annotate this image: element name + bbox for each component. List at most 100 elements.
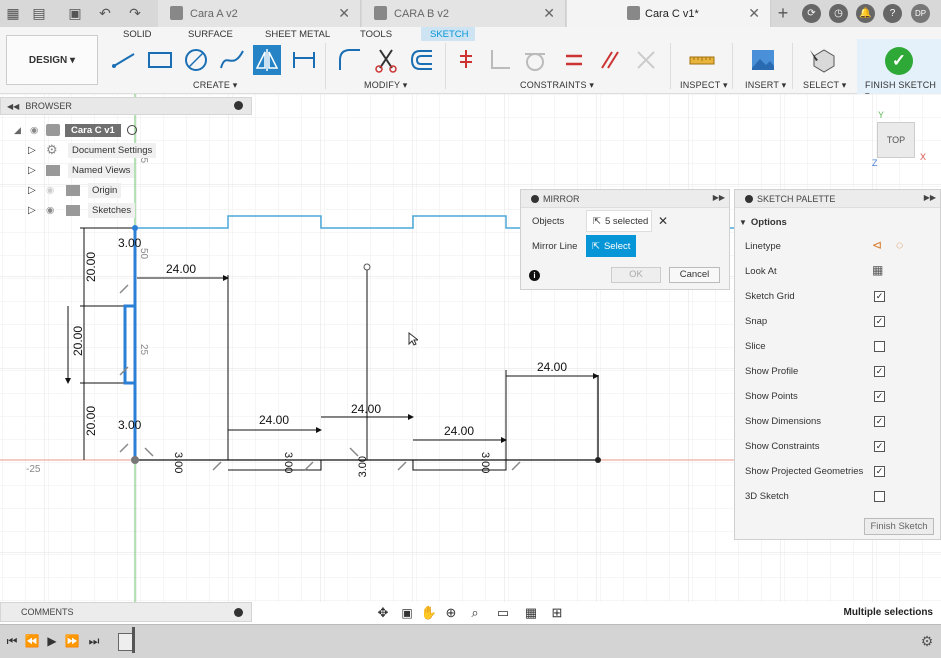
- job-status-icon[interactable]: ◷: [829, 4, 848, 23]
- tab-sheet-metal[interactable]: SHEET METAL: [265, 29, 330, 40]
- tab-tools[interactable]: TOOLS: [360, 29, 392, 40]
- undo-icon[interactable]: ↶: [94, 4, 116, 22]
- dimension-tool-icon[interactable]: [290, 45, 318, 75]
- dimension-label[interactable]: 3.00: [118, 418, 141, 432]
- new-tab-icon[interactable]: +: [772, 3, 794, 23]
- viewcube[interactable]: TOP Y X Z: [868, 110, 928, 168]
- viewports-icon[interactable]: ⊞: [546, 604, 568, 622]
- look-at-icon[interactable]: ▣: [398, 604, 416, 622]
- 3d-sketch-checkbox[interactable]: [874, 491, 885, 502]
- step-back-icon[interactable]: ⏪: [25, 633, 40, 649]
- close-icon[interactable]: ✕: [748, 5, 760, 22]
- show-points-checkbox[interactable]: ✓: [874, 391, 885, 402]
- expand-icon[interactable]: ▷: [28, 145, 46, 156]
- tangent-constraint-icon[interactable]: [521, 45, 549, 75]
- snap-checkbox[interactable]: ✓: [874, 316, 885, 327]
- dimension-label[interactable]: 3.00: [172, 452, 184, 473]
- cancel-button[interactable]: Cancel: [669, 267, 720, 283]
- dimension-label[interactable]: 24.00: [537, 360, 567, 374]
- help-icon[interactable]: ?: [883, 4, 902, 23]
- expand-icon[interactable]: ▷: [28, 185, 46, 196]
- ok-button[interactable]: OK: [611, 267, 661, 283]
- clear-selection-icon[interactable]: ✕: [658, 214, 668, 228]
- insert-image-icon[interactable]: [749, 45, 777, 75]
- notifications-icon[interactable]: 🔔: [856, 4, 875, 23]
- browser-item-document-settings[interactable]: ▷ ⚙ Document Settings: [28, 141, 157, 159]
- measure-icon[interactable]: [688, 45, 716, 75]
- construction-linetype-icon[interactable]: ⊲: [872, 238, 882, 252]
- fillet-tool-icon[interactable]: [336, 45, 364, 75]
- browser-root[interactable]: ◢ ◉ Cara C v1: [14, 121, 137, 139]
- show-profile-checkbox[interactable]: ✓: [874, 366, 885, 377]
- grid-snaps-icon[interactable]: ▦: [520, 604, 542, 622]
- perpendicular-constraint-icon[interactable]: [486, 45, 514, 75]
- show-projected-checkbox[interactable]: ✓: [874, 466, 885, 477]
- browser-item-sketches[interactable]: ▷ ◉ Sketches: [28, 201, 136, 219]
- display-settings-icon[interactable]: ▭: [492, 604, 514, 622]
- dimension-label[interactable]: 24.00: [259, 413, 289, 427]
- add-comment-icon[interactable]: [234, 608, 243, 617]
- constraints-menu[interactable]: CONSTRAINTS ▾: [520, 80, 594, 91]
- expand-dialog-icon[interactable]: ▶▶: [713, 193, 725, 202]
- expand-icon[interactable]: ▷: [28, 165, 46, 176]
- timeline-marker[interactable]: [132, 627, 135, 653]
- info-icon[interactable]: i: [529, 270, 540, 281]
- expand-icon[interactable]: ▷: [28, 205, 46, 216]
- coincident-constraint-icon[interactable]: [452, 45, 480, 75]
- objects-selection-field[interactable]: ⇱ 5 selected: [586, 210, 652, 232]
- finish-sketch-button[interactable]: ✓ FINISH SKETCH ▾: [857, 39, 941, 100]
- expand-icon[interactable]: ◢: [14, 125, 30, 136]
- tab-cara-b[interactable]: CARA B v2 ✕: [362, 0, 566, 27]
- zoom-icon[interactable]: ⊕: [442, 604, 460, 622]
- activate-radio-icon[interactable]: [126, 125, 137, 135]
- tab-solid[interactable]: SOLID: [123, 29, 152, 40]
- comments-panel[interactable]: COMMENTS: [0, 602, 252, 622]
- sketch-grid-checkbox[interactable]: ✓: [874, 291, 885, 302]
- expand-dialog-icon[interactable]: ▶▶: [924, 193, 936, 202]
- dimension-label[interactable]: 20.00: [84, 406, 98, 436]
- pin-icon[interactable]: [745, 194, 753, 203]
- collapse-icon[interactable]: ◀◀: [7, 102, 19, 111]
- tab-surface[interactable]: SURFACE: [188, 29, 233, 40]
- show-constraints-checkbox[interactable]: ✓: [874, 441, 885, 452]
- line-tool-icon[interactable]: [110, 45, 138, 75]
- go-to-start-icon[interactable]: ⏮: [5, 633, 19, 649]
- modify-menu[interactable]: MODIFY ▾: [364, 80, 407, 91]
- apps-grid-icon[interactable]: ▦: [2, 4, 24, 22]
- eye-icon[interactable]: ◉: [30, 125, 46, 136]
- dimension-label[interactable]: 24.00: [351, 402, 381, 416]
- eye-off-icon[interactable]: ◉: [46, 185, 66, 196]
- dimension-label[interactable]: 20.00: [84, 252, 98, 282]
- browser-item-origin[interactable]: ▷ ◉ Origin: [28, 181, 122, 199]
- dimension-label[interactable]: 3.00: [479, 452, 491, 473]
- dimension-label[interactable]: 24.00: [166, 262, 196, 276]
- show-dimensions-checkbox[interactable]: ✓: [874, 416, 885, 427]
- extensions-icon[interactable]: ⟳: [802, 4, 821, 23]
- gear-icon[interactable]: ⚙: [919, 633, 935, 649]
- mirror-line-select-button[interactable]: ⇱ Select: [586, 235, 636, 257]
- rectangle-tool-icon[interactable]: [146, 45, 174, 75]
- finish-sketch-palette-button[interactable]: Finish Sketch: [864, 518, 934, 535]
- dimension-label[interactable]: 3.00: [282, 452, 294, 473]
- circle-tool-icon[interactable]: [182, 45, 210, 75]
- viewcube-top-face[interactable]: TOP: [877, 122, 915, 158]
- insert-menu[interactable]: INSERT ▾: [745, 80, 786, 91]
- parallel-constraint-icon[interactable]: [596, 45, 624, 75]
- pin-icon[interactable]: [234, 101, 243, 110]
- file-menu-icon[interactable]: ▤: [28, 4, 50, 22]
- tab-sketch[interactable]: SKETCH: [430, 29, 469, 40]
- dimension-label[interactable]: 3.00: [357, 456, 369, 477]
- select-menu[interactable]: SELECT ▾: [803, 80, 846, 91]
- browser-item-named-views[interactable]: ▷ Named Views: [28, 161, 135, 179]
- options-section-header[interactable]: ▼ Options: [739, 214, 787, 230]
- workspace-switcher[interactable]: DESIGN ▾: [6, 35, 98, 85]
- mirror-tool-icon[interactable]: [253, 45, 281, 75]
- trim-scissors-icon[interactable]: [372, 45, 400, 75]
- centerline-linetype-icon[interactable]: ◌: [896, 238, 903, 252]
- spline-tool-icon[interactable]: [218, 45, 246, 75]
- dimension-label[interactable]: 24.00: [444, 424, 474, 438]
- redo-icon[interactable]: ↷: [124, 4, 146, 22]
- equal-constraint-icon[interactable]: [560, 45, 588, 75]
- pin-icon[interactable]: [531, 194, 539, 203]
- play-icon[interactable]: ▶: [45, 633, 59, 649]
